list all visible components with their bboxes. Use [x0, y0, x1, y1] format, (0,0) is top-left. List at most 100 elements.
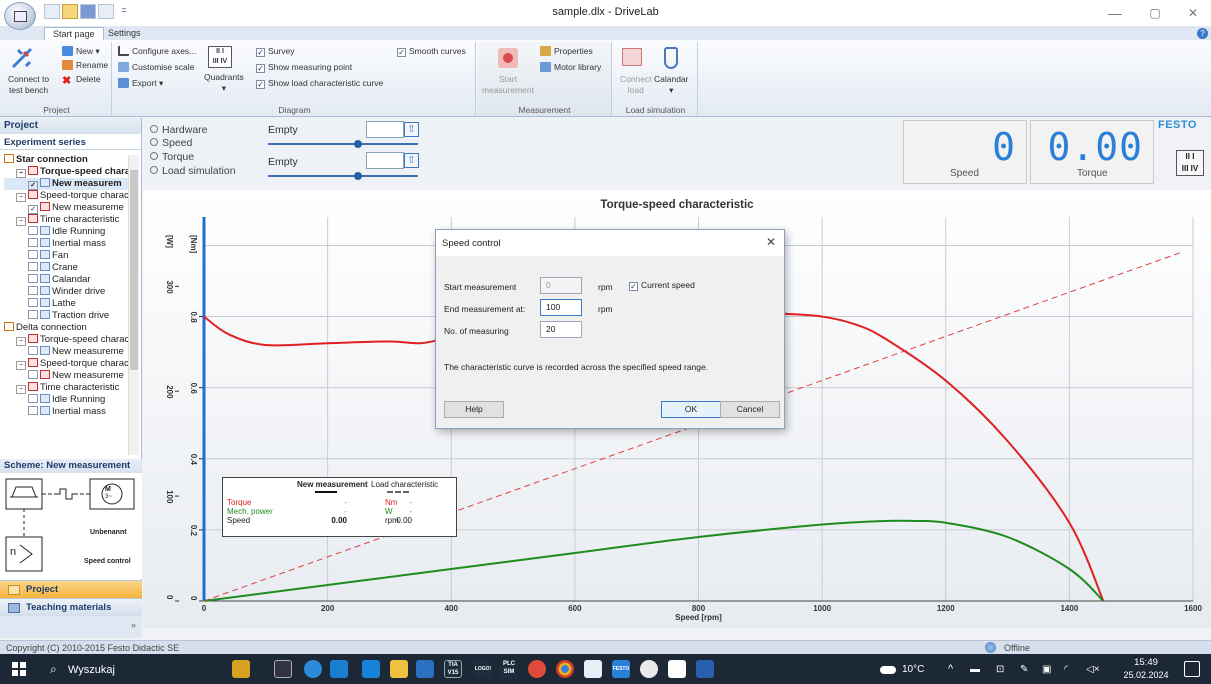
tree-item[interactable]: Calandar: [4, 274, 128, 286]
taskbar-acrobat-icon[interactable]: [528, 660, 546, 678]
tree-item[interactable]: Delta connection: [4, 322, 128, 334]
tree-item[interactable]: Lathe: [4, 298, 128, 310]
folder-icon[interactable]: [4, 154, 14, 163]
tree-item[interactable]: Inertial mass: [4, 238, 128, 250]
radio-torque[interactable]: Torque: [150, 151, 194, 163]
taskbar-plcsim-icon[interactable]: PLC SIM: [500, 660, 518, 678]
help-icon[interactable]: ?: [1197, 28, 1208, 39]
tree-item[interactable]: New measureme: [4, 370, 128, 382]
tree-item[interactable]: Fan: [4, 250, 128, 262]
export-button[interactable]: Export ▾: [118, 78, 163, 89]
tree-item[interactable]: Crane: [4, 262, 128, 274]
checkbox-icon[interactable]: [28, 250, 38, 259]
checkbox-icon[interactable]: [28, 394, 38, 403]
taskbar-store-icon[interactable]: [330, 660, 348, 678]
tree-item[interactable]: Star connection: [4, 154, 128, 166]
collapse-icon[interactable]: −: [16, 193, 26, 202]
torque-slider-thumb[interactable]: [354, 172, 362, 180]
notifications-icon[interactable]: [1184, 661, 1200, 677]
torque-value-input[interactable]: [366, 152, 404, 169]
tree-item[interactable]: Idle Running: [4, 394, 128, 406]
nav-project-button[interactable]: Project: [0, 580, 142, 598]
tree-item[interactable]: − Torque-speed charact: [4, 334, 128, 346]
torque-slider-track[interactable]: [268, 172, 418, 180]
taskbar-word-icon[interactable]: [696, 660, 714, 678]
checkbox-icon[interactable]: [28, 310, 38, 319]
tree-item[interactable]: Traction drive: [4, 310, 128, 322]
customise-scale-button[interactable]: Customise scale: [118, 62, 194, 73]
tray-expand-icon[interactable]: ^: [948, 663, 953, 675]
collapse-icon[interactable]: −: [16, 217, 26, 226]
tray-pen-icon[interactable]: ✎: [1020, 664, 1028, 675]
maximize-button[interactable]: ▢: [1140, 3, 1170, 23]
nav-more-icon[interactable]: »: [131, 620, 136, 630]
checkbox-icon[interactable]: [28, 238, 38, 247]
help-button[interactable]: Help: [444, 401, 504, 418]
tray-display-icon[interactable]: ▣: [1042, 664, 1051, 675]
connect-test-bench-button[interactable]: Connect to test bench: [8, 74, 49, 96]
properties-button[interactable]: Properties: [540, 46, 593, 57]
radio-hardware[interactable]: Hardware: [150, 124, 208, 136]
start-measurement-input[interactable]: 0: [540, 277, 582, 294]
radio-speed[interactable]: Speed: [150, 137, 192, 149]
tree-item[interactable]: − Time characteristic: [4, 214, 128, 226]
taskbar-paint-icon[interactable]: [640, 660, 658, 678]
configure-axes-button[interactable]: Configure axes...: [118, 46, 196, 57]
taskbar-app-briefcase-icon[interactable]: [232, 660, 250, 678]
tree-item[interactable]: ✓ New measurem: [4, 178, 128, 190]
checkbox-checked-icon[interactable]: ✓: [28, 181, 38, 190]
quadrants-button[interactable]: Quadrants ▾: [204, 72, 244, 94]
folder-icon[interactable]: [4, 322, 14, 331]
checkbox-icon[interactable]: [28, 298, 38, 307]
tree-item[interactable]: ✓ New measureme: [4, 202, 128, 214]
collapse-icon[interactable]: −: [16, 169, 26, 178]
collapse-icon[interactable]: −: [16, 337, 26, 346]
collapse-icon[interactable]: −: [16, 361, 26, 370]
speed-value-input[interactable]: [366, 121, 404, 138]
tray-network-icon[interactable]: ▬: [970, 664, 980, 675]
checkbox-icon[interactable]: [28, 226, 38, 235]
end-measurement-input[interactable]: 100: [540, 299, 582, 316]
weather-temp[interactable]: 10°C: [902, 664, 924, 675]
measuring-count-input[interactable]: 20: [540, 321, 582, 338]
checkbox-checked-icon[interactable]: ✓: [28, 205, 38, 214]
survey-checkbox[interactable]: ✓ Survey: [256, 46, 294, 57]
taskbar-calendar-icon[interactable]: [584, 660, 602, 678]
delete-button[interactable]: ✖ Delete: [62, 74, 101, 87]
smooth-curves-checkbox[interactable]: ✓ Smooth curves: [397, 46, 466, 57]
close-button[interactable]: ✕: [1178, 3, 1208, 23]
ok-button[interactable]: OK: [661, 401, 721, 418]
tab-settings[interactable]: Settings: [100, 27, 149, 40]
taskbar-app-icon[interactable]: [416, 660, 434, 678]
tray-volume-icon[interactable]: ◁×: [1086, 664, 1100, 675]
dialog-close-icon[interactable]: ✕: [766, 235, 776, 249]
tree-item[interactable]: − Speed-torque charact: [4, 358, 128, 370]
nav-teaching-materials-button[interactable]: Teaching materials: [0, 598, 142, 616]
calandar-button[interactable]: Calandar ▾: [654, 74, 689, 96]
tree-item[interactable]: New measureme: [4, 346, 128, 358]
tree-item[interactable]: Idle Running: [4, 226, 128, 238]
taskbar-edge-icon[interactable]: [304, 660, 322, 678]
taskbar-mail-icon[interactable]: [362, 660, 380, 678]
taskbar-window-icon[interactable]: [668, 660, 686, 678]
tray-wifi-icon[interactable]: ◜: [1064, 664, 1068, 675]
checkbox-icon[interactable]: [28, 274, 38, 283]
quadrant-view-icon[interactable]: II I III IV: [1176, 150, 1204, 176]
tree-item[interactable]: − Torque-speed chara: [4, 166, 128, 178]
taskbar-chrome-icon[interactable]: [556, 660, 574, 678]
taskbar-explorer-icon[interactable]: [390, 660, 408, 678]
current-speed-checkbox[interactable]: ✓ Current speed: [629, 280, 695, 291]
connect-load-button[interactable]: Connect load: [620, 74, 652, 96]
show-load-curve-checkbox[interactable]: ✓ Show load characteristic curve: [256, 78, 383, 89]
torque-apply-icon[interactable]: ⇧: [404, 153, 419, 168]
windows-start-icon[interactable]: [12, 662, 26, 676]
minimize-button[interactable]: —: [1100, 3, 1130, 23]
tab-start-page[interactable]: Start page: [44, 27, 104, 40]
checkbox-icon[interactable]: [28, 286, 38, 295]
checkbox-icon[interactable]: [28, 346, 38, 355]
tree-item[interactable]: − Speed-torque charact: [4, 190, 128, 202]
tree-scrollbar-thumb[interactable]: [130, 170, 138, 370]
radio-load-simulation[interactable]: Load simulation: [150, 165, 236, 177]
tray-usb-icon[interactable]: ⊡: [996, 664, 1004, 675]
speed-apply-icon[interactable]: ⇧: [404, 122, 419, 137]
